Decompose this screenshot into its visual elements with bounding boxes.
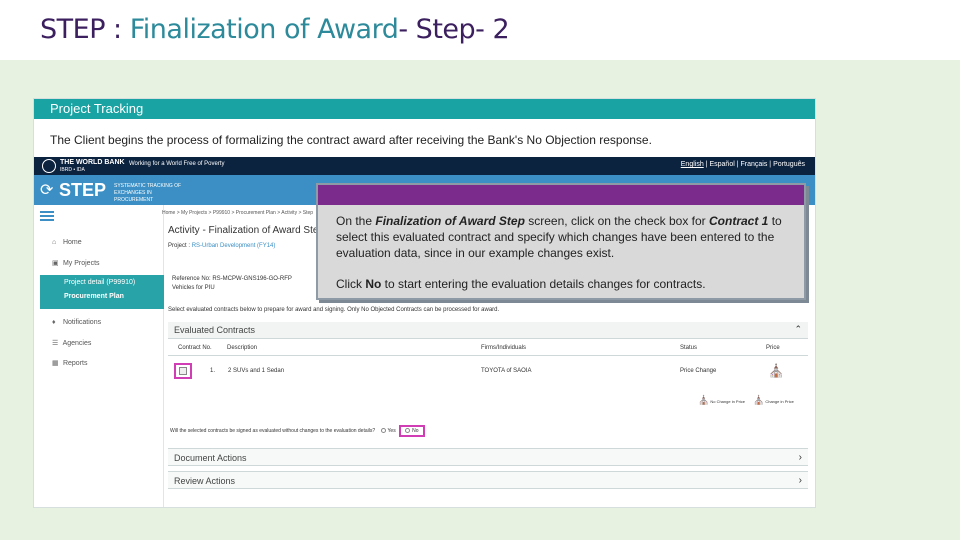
callout-text-part: On the (336, 214, 376, 228)
language-switcher: English | Español | Français | Português (681, 161, 805, 168)
sidebar-item-agencies[interactable]: ☰ Agencies (52, 339, 91, 347)
cell-firm: TOYOTA of SAOIA (481, 368, 532, 374)
sidebar-item-my-projects[interactable]: ▣ My Projects (52, 259, 100, 267)
menu-icon[interactable] (40, 211, 54, 221)
no-change-icon: ⛪ (698, 395, 710, 405)
reference-description: Vehicles for PIU (172, 285, 215, 291)
chevron-right-icon[interactable]: › (799, 452, 802, 463)
reference-number: Reference No: RS-MCPW-GNS196-GO-RFP (172, 276, 292, 282)
project-link[interactable]: RS-Urban Development (FY14) (192, 243, 276, 249)
lang-portugues[interactable]: Português (773, 161, 805, 168)
no-radio[interactable] (405, 428, 411, 434)
legend-no-change: ⛪ No Change in Price (698, 395, 745, 406)
lang-english[interactable]: English (681, 161, 704, 168)
slide-title: STEP : Finalization of Award- Step- 2 (40, 14, 510, 45)
worldbank-subtitle: IBRD • IDA (60, 167, 85, 173)
worldbank-name: THE WORLD BANK (60, 159, 125, 166)
yes-radio[interactable] (380, 428, 386, 434)
projects-icon: ▣ (52, 260, 59, 267)
legend-change: ⛪ Change in Price (753, 395, 794, 406)
sidebar-item-label: Reports (62, 360, 88, 367)
sidebar-item-notifications[interactable]: ♦ Notifications (52, 319, 101, 326)
activity-title: Activity - Finalization of Award Step (168, 225, 324, 236)
active-project-label: Project detail (P99910) (64, 279, 136, 286)
callout-instruction-1: On the Finalization of Award Step screen… (336, 213, 796, 261)
price-change-icon[interactable]: ⛪ (768, 363, 784, 379)
breadcrumb[interactable]: Home > My Projects > P99910 > Procuremen… (162, 210, 313, 216)
yes-label[interactable]: Yes (388, 428, 396, 434)
column-header-contract-no: Contract No. (178, 345, 212, 351)
contract-1-checkbox-highlight[interactable] (174, 363, 192, 379)
sidebar: ⌂ Home ▣ My Projects Project detail (P99… (34, 205, 164, 507)
screenshot-frame: Project Tracking The Client begins the p… (33, 98, 816, 508)
review-actions-accordion[interactable]: Review Actions › (168, 471, 808, 489)
callout-text-part: to start entering the evaluation details… (381, 277, 706, 291)
callout-emphasis: Contract 1 (709, 214, 769, 228)
lang-separator: | (705, 161, 708, 168)
callout-text-part: Click (336, 277, 366, 291)
agencies-icon: ☰ (52, 340, 59, 347)
lang-francais[interactable]: Français (741, 161, 768, 168)
change-icon: ⛪ (753, 395, 765, 405)
no-option-highlight[interactable]: No (399, 425, 425, 437)
signing-question: Will the selected contracts be signed as… (170, 425, 425, 437)
instruction-callout: On the Finalization of Award Step screen… (316, 183, 806, 300)
cell-contract-number: 1. (210, 368, 216, 374)
evaluated-contracts-title: Evaluated Contracts (174, 325, 256, 335)
cell-status: Price Change (680, 368, 717, 374)
no-label[interactable]: No (412, 428, 418, 434)
project-tracking-intro: The Client begins the process of formali… (50, 133, 652, 147)
column-header-status: Status (680, 345, 698, 351)
title-suffix: - Step- 2 (398, 14, 510, 45)
evaluated-contracts-header[interactable]: Evaluated Contracts ⌃ (168, 322, 808, 339)
lang-separator: | (769, 161, 772, 168)
legend-no-change-label: No Change in Price (710, 399, 746, 404)
title-highlight: Finalization of Award (129, 14, 399, 45)
title-prefix: STEP : (40, 14, 130, 45)
document-actions-label: Document Actions (174, 453, 247, 463)
slide-header: STEP : Finalization of Award- Step- 2 (0, 0, 960, 60)
sidebar-item-label: My Projects (62, 260, 100, 267)
worldbank-tagline: Working for a World Free of Poverty (129, 161, 225, 167)
sidebar-item-procurement-plan[interactable]: Procurement Plan (64, 293, 164, 300)
column-header-price: Price (766, 345, 780, 351)
home-icon: ⌂ (52, 239, 57, 246)
sidebar-item-label: Home (62, 239, 82, 246)
callout-emphasis: Finalization of Award Step (375, 214, 525, 228)
reference-block: Reference No: RS-MCPW-GNS196-GO-RFP Vehi… (172, 275, 292, 293)
step-logo[interactable]: STEP (59, 180, 106, 201)
question-text: Will the selected contracts be signed as… (170, 428, 376, 434)
lang-espanol[interactable]: Español (709, 161, 734, 168)
callout-header-bar (318, 185, 804, 205)
step-logo-icon: ⟳ (40, 182, 54, 199)
select-note: Select evaluated contracts below to prep… (168, 307, 500, 313)
contract-1-checkbox[interactable] (179, 367, 187, 375)
column-header-firms: Firms/Individuals (481, 345, 527, 351)
callout-instruction-2: Click No to start entering the evaluatio… (336, 277, 796, 291)
header-divider (168, 355, 808, 356)
worldbank-logo-icon (42, 159, 56, 173)
chevron-right-icon[interactable]: › (799, 475, 802, 486)
review-actions-label: Review Actions (174, 476, 236, 486)
sidebar-item-label: Notifications (62, 319, 102, 326)
project-tracking-header: Project Tracking (34, 99, 815, 119)
bell-icon: ♦ (52, 319, 56, 326)
sidebar-item-label: Agencies (62, 340, 92, 347)
project-label: Project : (168, 243, 192, 249)
document-actions-accordion[interactable]: Document Actions › (168, 448, 808, 466)
worldbank-bar: THE WORLD BANK IBRD • IDA Working for a … (34, 157, 815, 175)
cell-description: 2 SUVs and 1 Sedan (228, 368, 285, 374)
column-header-description: Description (227, 345, 258, 351)
sidebar-item-home[interactable]: ⌂ Home (52, 239, 82, 246)
reports-icon: ▦ (52, 360, 59, 367)
chevron-up-icon[interactable]: ⌃ (794, 324, 802, 335)
sidebar-item-reports[interactable]: ▦ Reports (52, 359, 87, 367)
callout-emphasis: No (365, 277, 382, 291)
project-line: Project : RS-Urban Development (FY14) (168, 243, 275, 249)
callout-text-part: screen, click on the check box for (524, 214, 710, 228)
lang-separator: | (736, 161, 739, 168)
sidebar-item-project-detail[interactable]: Project detail (P99910) Procurement Plan (40, 275, 164, 309)
step-logo-subtitle: SYSTEMATIC TRACKING OF EXCHANGES IN PROC… (114, 183, 182, 203)
legend-change-label: Change in Price (765, 399, 794, 404)
